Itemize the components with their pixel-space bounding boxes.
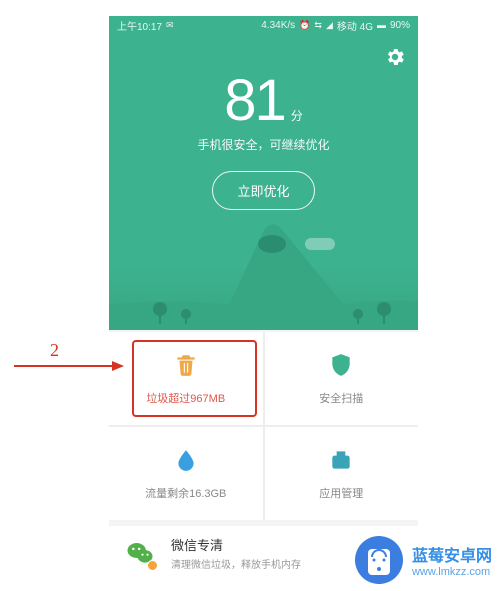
tile-label: 安全扫描: [319, 390, 363, 406]
status-speed: 4.34K/s: [261, 20, 295, 31]
annotation-number: 2: [50, 340, 59, 361]
tree-icon: [153, 302, 167, 324]
app-icon: [328, 447, 354, 473]
watermark: 蓝莓安卓网 www.lmkzz.com: [354, 535, 492, 585]
tile-label: 垃圾超过967MB: [146, 390, 225, 406]
signal-icon: ◢: [326, 20, 333, 31]
wifi-icon: ⇆: [314, 20, 322, 31]
watermark-url: www.lmkzz.com: [412, 566, 492, 578]
annotation-arrow-icon: [14, 360, 124, 372]
tile-label: 流量剩余16.3GB: [145, 485, 226, 501]
tile-trash-cleanup[interactable]: 垃圾超过967MB: [109, 332, 263, 425]
tree-icon: [353, 309, 363, 324]
watermark-name: 蓝莓安卓网: [412, 542, 492, 566]
status-time: 上午10:17: [117, 18, 162, 33]
settings-button[interactable]: [384, 46, 406, 68]
optimize-button[interactable]: 立即优化: [212, 171, 314, 210]
score-subtitle: 手机很安全，可继续优化: [109, 136, 418, 153]
hero-section: 81 分 手机很安全，可继续优化 立即优化: [109, 34, 418, 330]
wechat-icon: [123, 536, 157, 570]
status-network: 移动 4G: [337, 18, 373, 33]
score-number: 81: [224, 72, 285, 130]
tile-label: 应用管理: [319, 485, 363, 501]
trash-icon: [173, 352, 199, 378]
status-bar: 上午10:17 ✉ 4.34K/s ⏰ ⇆ ◢ 移动 4G ▬ 90%: [109, 16, 418, 34]
phone-screen: 上午10:17 ✉ 4.34K/s ⏰ ⇆ ◢ 移动 4G ▬ 90%: [109, 16, 418, 576]
tile-app-management[interactable]: 应用管理: [265, 427, 419, 520]
tile-security-scan[interactable]: 安全扫描: [265, 332, 419, 425]
score-unit: 分: [291, 107, 303, 124]
battery-icon: ▬: [377, 20, 386, 30]
cloud-icon: [305, 238, 335, 250]
droplet-icon: [173, 447, 199, 473]
gear-icon: [384, 46, 406, 68]
watermark-logo-icon: [354, 535, 404, 585]
tile-data-usage[interactable]: 流量剩余16.3GB: [109, 427, 263, 520]
wechat-subtitle: 清理微信垃圾，释放手机内存: [171, 556, 301, 571]
status-battery: 90%: [390, 20, 410, 31]
message-icon: ✉: [166, 20, 174, 31]
wechat-title: 微信专清: [171, 535, 301, 554]
alarm-icon: ⏰: [299, 20, 310, 31]
feature-grid: 垃圾超过967MB 安全扫描 流量剩余16.3GB 应用管理: [109, 332, 418, 520]
broom-badge-icon: [147, 560, 158, 571]
tree-icon: [377, 302, 391, 324]
shield-icon: [328, 352, 354, 378]
tree-icon: [181, 309, 191, 324]
